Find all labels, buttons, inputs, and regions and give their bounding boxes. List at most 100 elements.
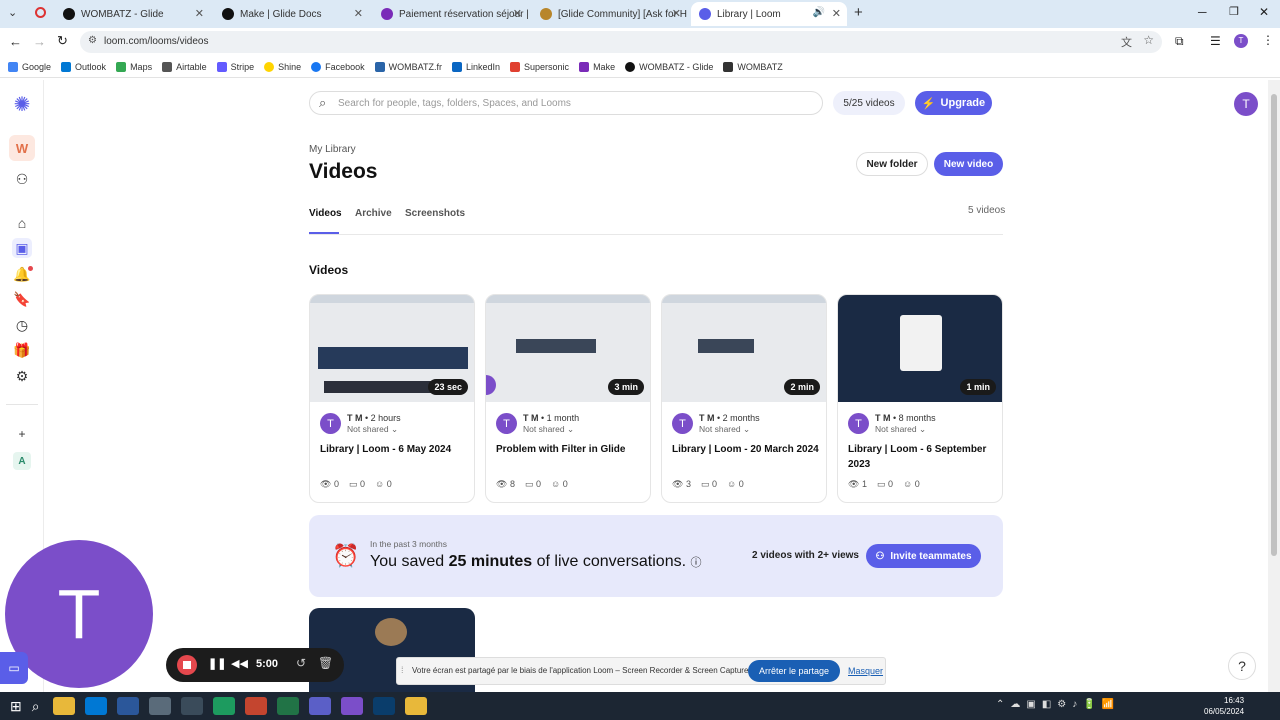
tab-close-icon[interactable]: ✕ <box>354 7 363 20</box>
restart-icon[interactable]: ↺ <box>296 656 306 670</box>
sharing-dropdown[interactable]: Not shared ⌄ <box>699 424 750 435</box>
hide-link[interactable]: Masquer <box>848 666 883 676</box>
bookmark-shine[interactable]: Shine <box>264 61 301 72</box>
help-button[interactable]: ? <box>1228 652 1256 680</box>
tab-archive[interactable]: Archive <box>355 208 392 219</box>
sharing-dropdown[interactable]: Not shared ⌄ <box>523 424 574 435</box>
chrome-icon[interactable] <box>52 697 75 715</box>
members-icon[interactable]: ⚇ <box>12 169 32 189</box>
video-title[interactable]: Library | Loom - 6 September 2023 <box>848 442 998 472</box>
new-video-button[interactable]: New video <box>934 152 1003 176</box>
history-icon[interactable]: ◷ <box>12 315 32 335</box>
profile-avatar[interactable]: T <box>1234 34 1248 48</box>
bookmark-facebook[interactable]: Facebook <box>311 61 365 72</box>
info-icon[interactable]: ⓘ <box>691 557 702 569</box>
bookmark-make[interactable]: Make <box>579 61 615 72</box>
tab-4-active[interactable]: Library | Loom 🔊 ✕ <box>691 2 847 26</box>
tab-3[interactable]: [Glide Community] [Ask for He ✕ <box>532 2 687 26</box>
extensions-icon[interactable]: ⧉ <box>1175 34 1184 49</box>
forward-icon[interactable]: → <box>33 34 46 49</box>
translate-icon[interactable]: 文 <box>1121 34 1132 50</box>
app-icon[interactable] <box>148 697 171 715</box>
bookmark-google[interactable]: Google <box>8 61 51 72</box>
rewind-icon[interactable]: ◀◀ <box>231 657 248 670</box>
library-icon[interactable]: ▣ <box>12 238 32 258</box>
site-info-icon[interactable]: ⚙ <box>88 35 97 46</box>
window-close-icon[interactable]: ✕ <box>1259 5 1269 19</box>
tab-close-icon[interactable]: ✕ <box>513 7 522 20</box>
address-bar[interactable]: ⚙ loom.com/looms/videos 文 ☆ <box>80 31 1162 53</box>
tab-close-icon[interactable]: ✕ <box>672 7 681 20</box>
url-text[interactable]: loom.com/looms/videos <box>104 36 208 47</box>
excel-icon[interactable] <box>276 697 299 715</box>
app-icon[interactable] <box>372 697 395 715</box>
loom-logo-icon[interactable]: ✺ <box>12 94 32 116</box>
new-tab-icon[interactable]: + <box>854 4 863 21</box>
chrome-active-icon[interactable] <box>404 697 427 715</box>
system-tray-icons[interactable]: ⌃☁▣◧⚙♪🔋📶 <box>996 699 1120 710</box>
video-card[interactable]: 2 min T T M • 2 months Not shared ⌄ Libr… <box>661 294 827 503</box>
bookmark-wombatz[interactable]: WOMBATZ <box>723 61 783 72</box>
bookmark-stripe[interactable]: Stripe <box>216 61 254 72</box>
reading-list-icon[interactable]: ☰ <box>1210 34 1221 48</box>
tab-list-dropdown-icon[interactable]: ⌄ <box>8 6 17 19</box>
tab-2[interactable]: Paiement réservation séjour | M ✕ <box>373 2 528 26</box>
breadcrumb[interactable]: My Library <box>309 144 356 155</box>
video-title[interactable]: Library | Loom - 20 March 2024 <box>672 442 822 457</box>
more-menu-icon[interactable]: ⋮ <box>1262 33 1274 47</box>
teams-icon[interactable] <box>308 697 331 715</box>
tab-videos[interactable]: Videos <box>309 208 342 219</box>
pause-icon[interactable]: ❚❚ <box>208 657 226 670</box>
restore-icon[interactable]: ❐ <box>1229 5 1239 18</box>
bookmark-icon[interactable]: 🔖 <box>12 289 32 309</box>
trash-icon[interactable]: 🗑 <box>318 656 333 670</box>
windows-start-icon[interactable]: ⊞ <box>10 698 22 715</box>
space-avatar[interactable]: A <box>13 452 31 470</box>
tab-close-icon[interactable]: ✕ <box>832 7 841 20</box>
tab-1[interactable]: Make | Glide Docs ✕ <box>214 2 369 26</box>
video-quota-badge[interactable]: 5/25 videos <box>833 91 905 115</box>
bookmark-outlook[interactable]: Outlook <box>61 61 106 72</box>
minimize-icon[interactable]: ─ <box>1198 5 1207 19</box>
tab-screenshots[interactable]: Screenshots <box>405 208 465 219</box>
new-folder-button[interactable]: New folder <box>856 152 928 176</box>
loom-app-icon[interactable] <box>340 697 363 715</box>
tab-close-icon[interactable]: ✕ <box>195 7 204 20</box>
video-title[interactable]: Problem with Filter in Glide <box>496 442 646 457</box>
workspace-switcher[interactable]: W <box>9 135 35 161</box>
bookmark-supersonic[interactable]: Supersonic <box>510 61 569 72</box>
powerpoint-icon[interactable] <box>244 697 267 715</box>
tab-0[interactable]: WOMBATZ - Glide ✕ <box>55 2 210 26</box>
stop-sharing-button[interactable]: Arrêter le partage <box>748 660 840 682</box>
settings-gear-icon[interactable]: ⚙ <box>12 366 32 386</box>
upgrade-button[interactable]: ⚡ Upgrade <box>915 91 992 115</box>
back-icon[interactable]: ← <box>9 34 22 49</box>
sharing-dropdown[interactable]: Not shared ⌄ <box>875 424 926 435</box>
bookmark-star-icon[interactable]: ☆ <box>1143 33 1154 47</box>
video-card[interactable]: 1 min T T M • 8 months Not shared ⌄ Libr… <box>837 294 1003 503</box>
sharing-dropdown[interactable]: Not shared ⌄ <box>347 424 398 435</box>
video-title[interactable]: Library | Loom - 6 May 2024 <box>320 442 470 457</box>
scrollbar-thumb[interactable] <box>1271 94 1277 556</box>
calculator-icon[interactable] <box>180 697 203 715</box>
bookmark-maps[interactable]: Maps <box>116 61 152 72</box>
search-input[interactable]: ⌕ Search for people, tags, folders, Spac… <box>309 91 823 115</box>
bookmark-wombatz-fr[interactable]: WOMBATZ.fr <box>374 61 442 72</box>
clock[interactable]: 16:43 06/05/2024 <box>1204 695 1244 717</box>
user-avatar[interactable]: T <box>1234 92 1258 116</box>
scrollbar[interactable] <box>1268 80 1280 692</box>
camera-toggle-icon[interactable]: ▭ <box>0 652 28 684</box>
crm-icon[interactable] <box>212 697 235 715</box>
outlook-icon[interactable] <box>84 697 107 715</box>
reload-icon[interactable]: ↻ <box>57 33 68 49</box>
search-icon[interactable]: ⌕ <box>32 698 40 715</box>
bookmark-linkedin[interactable]: LinkedIn <box>452 61 500 72</box>
drag-handle-icon[interactable]: ⁞ <box>401 665 404 675</box>
home-icon[interactable]: ⌂ <box>12 213 32 233</box>
video-card[interactable]: 3 min T T M • 1 month Not shared ⌄ Probl… <box>485 294 651 503</box>
word-icon[interactable] <box>116 697 139 715</box>
bookmark-airtable[interactable]: Airtable <box>162 61 207 72</box>
audio-playing-icon[interactable]: 🔊 <box>813 7 825 18</box>
stop-recording-button[interactable] <box>177 655 197 675</box>
video-card[interactable]: 23 sec T T M • 2 hours Not shared ⌄ Libr… <box>309 294 475 503</box>
